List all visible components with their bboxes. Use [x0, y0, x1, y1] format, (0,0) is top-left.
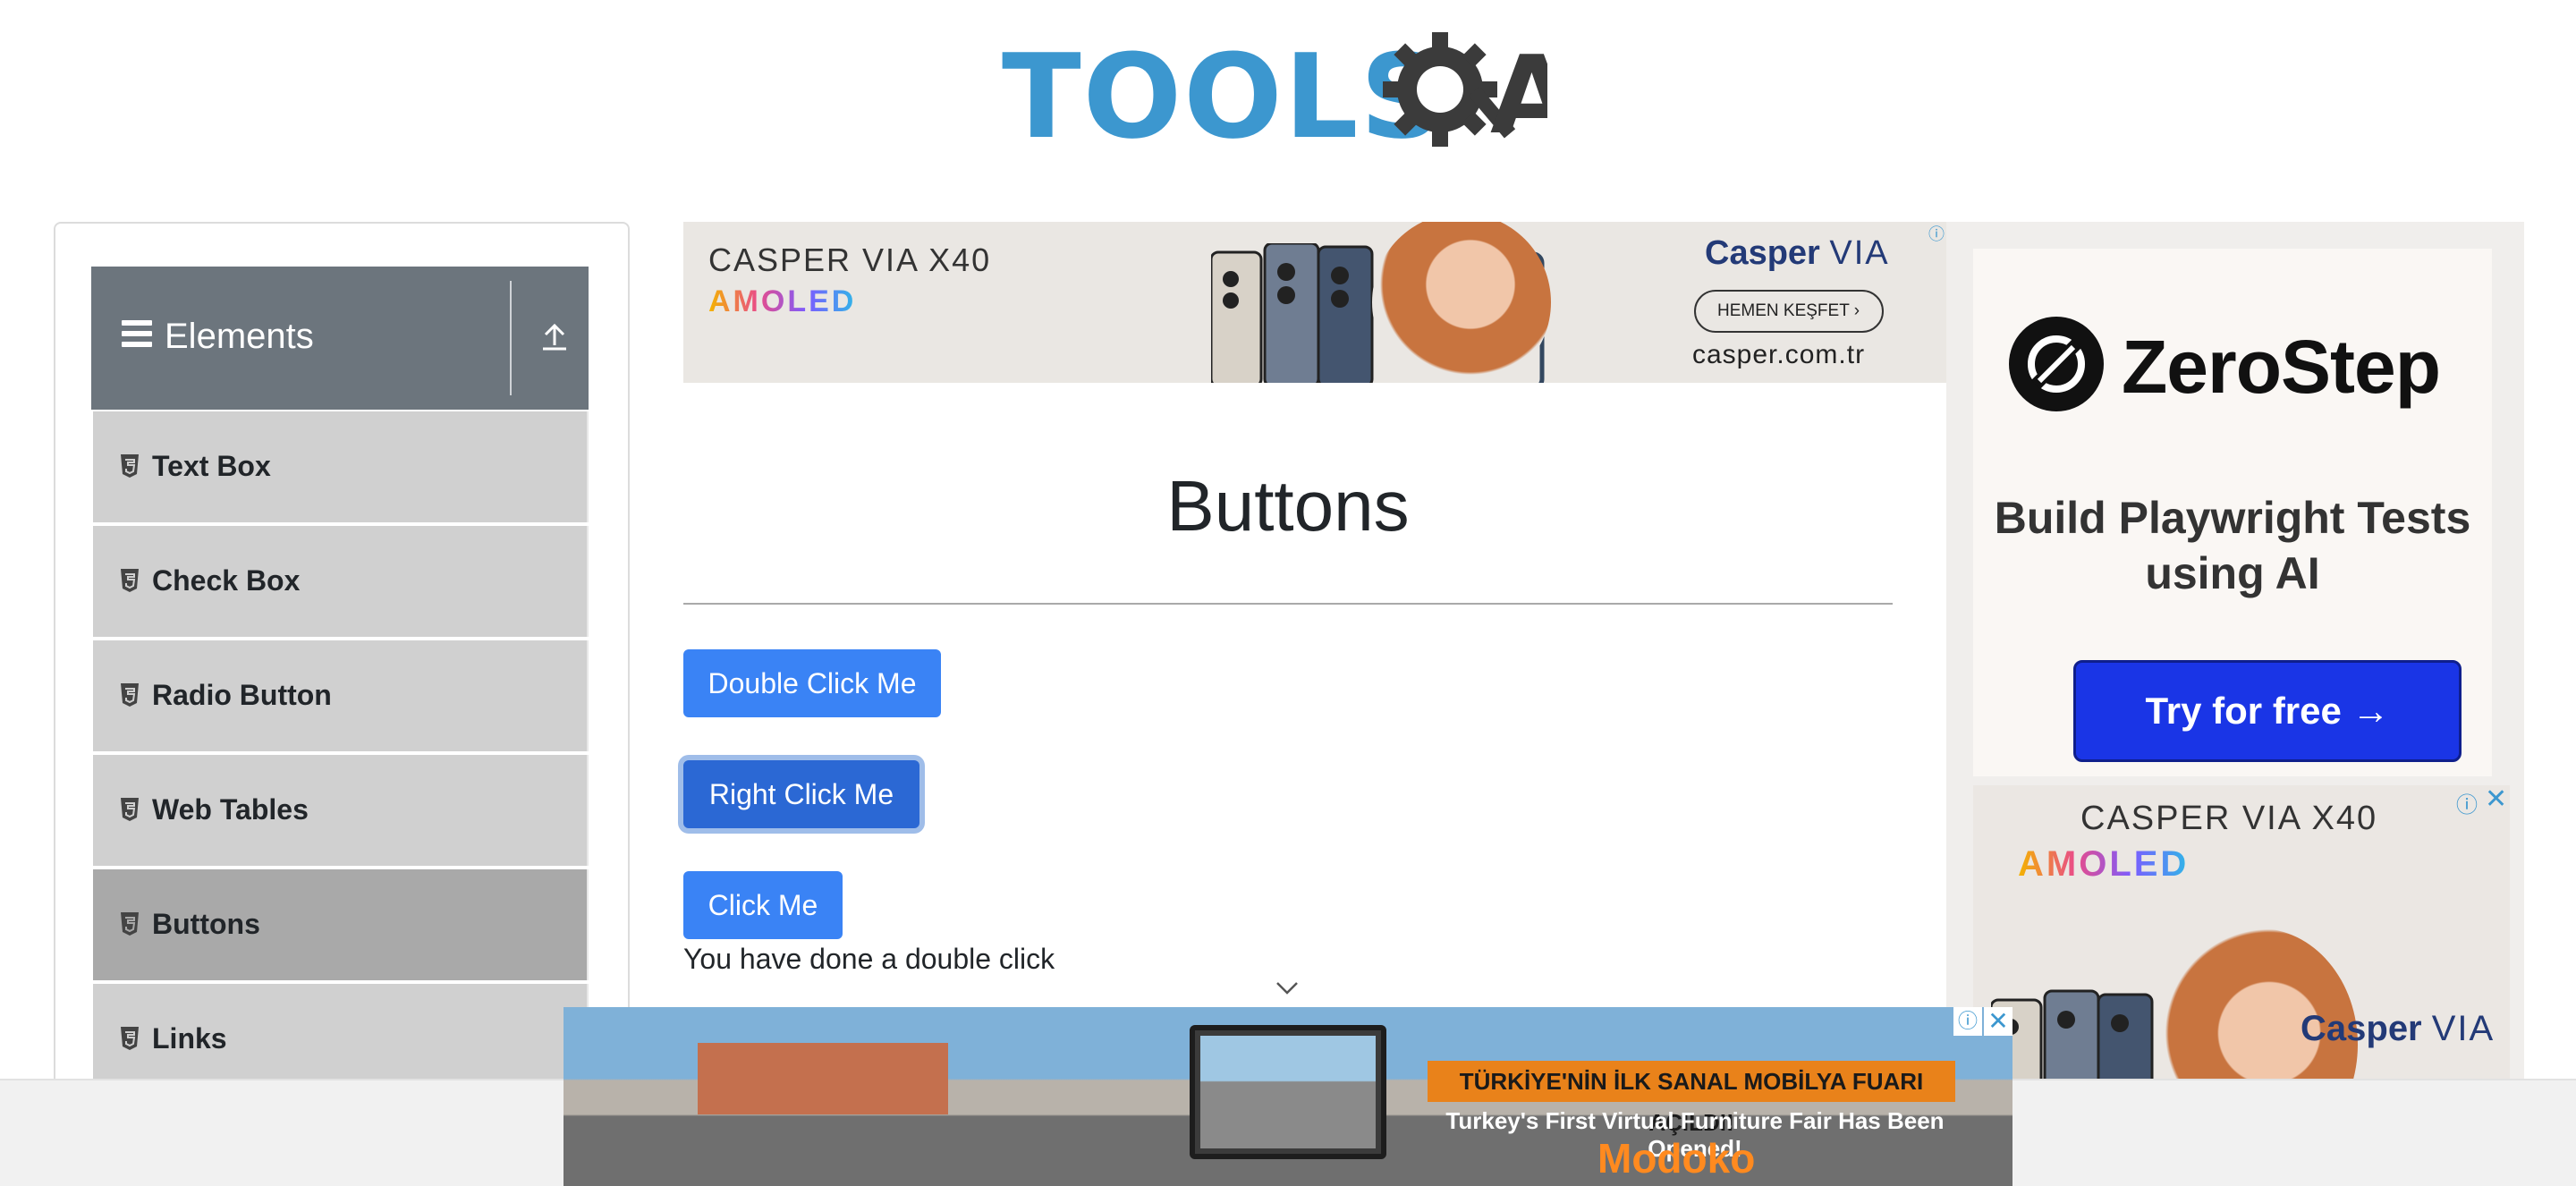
- laptop-image: [1190, 1025, 1386, 1159]
- html5-icon: [121, 454, 139, 478]
- try-for-free-button[interactable]: Try for free →: [2073, 660, 2462, 762]
- bottom-ad-banner[interactable]: TÜRKİYE'NİN İLK SANAL MOBİLYA FUARI AÇIL…: [564, 1007, 2012, 1186]
- left-sidebar: Elements Text Box Check Box Radio Button…: [54, 222, 630, 1186]
- ad-casper-logo: Casper VIA: [1705, 234, 1890, 272]
- top-ad-banner[interactable]: CASPER VIA X40 AMOLED Casper VIA HEMEN K…: [683, 222, 1946, 383]
- collapse-arrow-up-icon[interactable]: [538, 320, 571, 352]
- logo-a-text: A: [1490, 34, 1547, 158]
- sidebar-item-label: Check Box: [152, 564, 301, 597]
- html5-icon: [121, 798, 139, 821]
- double-click-message: You have done a double click: [683, 943, 1055, 975]
- site-logo[interactable]: TOOLS A: [1002, 25, 1583, 168]
- zerostep-logo-icon: [2009, 317, 2104, 411]
- page-title: Buttons: [1166, 466, 1410, 546]
- sidebar-item-label: Links: [152, 1022, 227, 1055]
- zerostep-brand: ZeroStep: [2122, 325, 2441, 409]
- html5-icon: [121, 1027, 139, 1050]
- double-click-button[interactable]: Double Click Me: [683, 649, 941, 717]
- sidebar-item-label: Text Box: [152, 450, 271, 482]
- html5-icon: [121, 683, 139, 707]
- chevron-down-icon[interactable]: [1275, 980, 1299, 996]
- sidebar-item-label: Buttons: [152, 908, 260, 940]
- close-ad-icon[interactable]: ✕: [1984, 1007, 2012, 1036]
- ad-amoled-text: AMOLED: [708, 284, 857, 318]
- ad-cta-button[interactable]: HEMEN KEŞFET ›: [1694, 290, 1884, 333]
- storefront-image: [698, 1043, 948, 1114]
- gear-q-logo-icon: A: [1383, 32, 1547, 158]
- elements-group-title: Elements: [165, 317, 314, 356]
- sidebar-item-label: Radio Button: [152, 679, 332, 711]
- adchoices-icon[interactable]: ⓘ: [2456, 787, 2478, 818]
- elements-menu-list: Text Box Check Box Radio Button Web Tabl…: [91, 411, 589, 1098]
- modoko-logo: Modoko: [1597, 1135, 1756, 1182]
- ad-brand-line: CASPER VIA X40: [708, 241, 992, 278]
- sidebar-item-web-tables[interactable]: Web Tables: [91, 755, 589, 866]
- title-divider: [683, 603, 1893, 605]
- ad-domain-text: casper.com.tr: [1692, 340, 1866, 369]
- elements-group-header[interactable]: Elements: [91, 267, 589, 410]
- adchoices-icon[interactable]: ⓘ: [1928, 225, 1946, 243]
- html5-icon: [121, 569, 139, 592]
- right-click-button[interactable]: Right Click Me: [683, 760, 919, 828]
- zerostep-tagline: Build Playwright Tests using AI: [1994, 493, 2471, 598]
- hamburger-icon: [122, 320, 152, 347]
- ad-brand-line: CASPER VIA X40: [2080, 800, 2378, 837]
- html5-icon: [121, 912, 139, 936]
- right-ad-column: ZeroStep Build Playwright Tests using AI…: [1946, 222, 2524, 1186]
- model-image: [1372, 222, 1551, 383]
- sidebar-item-buttons[interactable]: Buttons: [91, 869, 589, 980]
- click-me-button[interactable]: Click Me: [683, 871, 843, 939]
- sidebar-item-check-box[interactable]: Check Box: [91, 526, 589, 637]
- sidebar-item-label: Web Tables: [152, 793, 309, 826]
- header-divider: [510, 281, 512, 395]
- zerostep-ad[interactable]: ZeroStep Build Playwright Tests using AI…: [1973, 249, 2492, 776]
- sidebar-item-text-box[interactable]: Text Box: [91, 411, 589, 522]
- close-ad-icon[interactable]: ✕: [2485, 784, 2507, 815]
- chevron-right-icon: ›: [1853, 301, 1860, 320]
- ad-amoled-text: AMOLED: [2018, 844, 2190, 884]
- ad-casper-logo: Casper VIA: [2301, 1009, 2496, 1048]
- adchoices-icon[interactable]: ⓘ: [1953, 1007, 1982, 1036]
- ad-ribbon-text: TÜRKİYE'NİN İLK SANAL MOBİLYA FUARI AÇIL…: [1428, 1061, 1955, 1136]
- sidebar-item-radio-button[interactable]: Radio Button: [91, 640, 589, 751]
